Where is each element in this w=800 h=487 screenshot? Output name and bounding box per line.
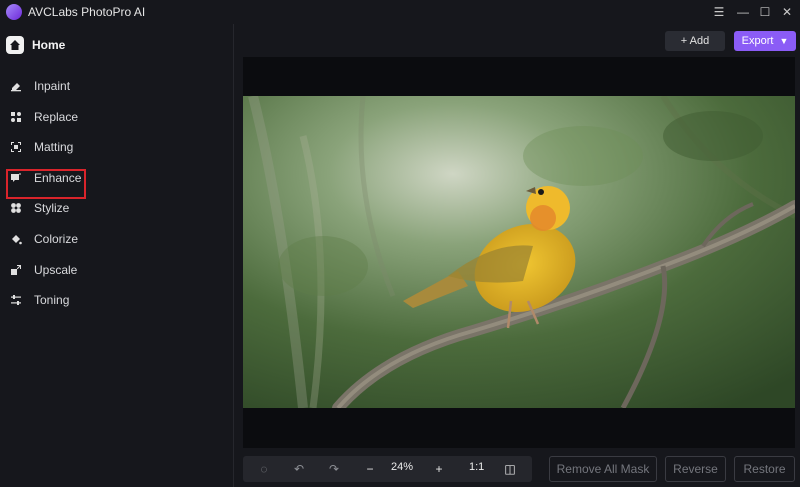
sliders-icon bbox=[10, 294, 22, 306]
export-button[interactable]: Export ▼ bbox=[734, 31, 796, 51]
sidebar-item-inpaint[interactable]: Inpaint bbox=[6, 74, 233, 98]
matting-icon bbox=[10, 141, 22, 153]
loading-icon[interactable]: ◌ bbox=[253, 460, 275, 478]
sidebar-item-label: Upscale bbox=[34, 263, 78, 277]
sidebar-home-label: Home bbox=[32, 38, 66, 52]
sidebar-home[interactable]: Home bbox=[6, 34, 65, 56]
sidebar-item-stylize[interactable]: Stylize bbox=[6, 196, 233, 220]
restore-button[interactable]: Restore bbox=[734, 456, 795, 482]
app-logo-icon bbox=[6, 4, 22, 20]
compare-icon[interactable]: ◫ bbox=[499, 460, 521, 478]
stylize-icon bbox=[10, 202, 22, 214]
restore-label: Restore bbox=[743, 462, 786, 476]
app-title: AVCLabs PhotoPro AI bbox=[28, 5, 146, 19]
sidebar-item-label: Colorize bbox=[34, 232, 79, 246]
reverse-label: Reverse bbox=[673, 462, 718, 476]
redo-icon[interactable]: ↷ bbox=[323, 460, 345, 478]
remove-all-mask-label: Remove All Mask bbox=[556, 462, 650, 476]
top-action-bar: + Add Export ▼ bbox=[240, 24, 800, 56]
sidebar: Home Inpaint Replace Matting Enhance Sty… bbox=[0, 24, 234, 487]
eraser-icon bbox=[10, 80, 22, 92]
export-button-label: Export bbox=[741, 35, 774, 47]
sidebar-item-label: Inpaint bbox=[34, 79, 71, 93]
upscale-icon bbox=[10, 264, 22, 276]
sidebar-item-toning[interactable]: Toning bbox=[6, 288, 233, 312]
sidebar-item-upscale[interactable]: Upscale bbox=[6, 258, 233, 282]
sidebar-item-matting[interactable]: Matting bbox=[6, 135, 233, 159]
sidebar-item-colorize[interactable]: Colorize bbox=[6, 227, 233, 251]
undo-icon[interactable]: ↶ bbox=[288, 460, 310, 478]
title-bar: AVCLabs PhotoPro AI ☰ — ☐ ✕ bbox=[0, 0, 800, 24]
maximize-icon[interactable]: ☐ bbox=[756, 3, 774, 21]
sidebar-item-label: Matting bbox=[34, 140, 74, 154]
zoom-level: 24% bbox=[391, 461, 414, 473]
menu-icon[interactable]: ☰ bbox=[710, 3, 728, 21]
bird-photo bbox=[243, 96, 795, 408]
add-button-label: + Add bbox=[680, 35, 710, 47]
replace-icon bbox=[10, 111, 22, 123]
sidebar-item-label: Toning bbox=[34, 293, 70, 307]
zoom-in-icon[interactable]: + bbox=[428, 460, 450, 478]
remove-all-mask-button[interactable]: Remove All Mask bbox=[549, 456, 657, 482]
sidebar-item-replace[interactable]: Replace bbox=[6, 105, 233, 129]
close-icon[interactable]: ✕ bbox=[778, 3, 796, 21]
sidebar-item-label: Stylize bbox=[34, 201, 70, 215]
paint-bucket-icon bbox=[10, 233, 22, 245]
zoom-out-icon[interactable]: − bbox=[359, 460, 381, 478]
image-canvas[interactable] bbox=[243, 57, 795, 448]
actual-size-button[interactable]: 1:1 bbox=[469, 461, 484, 473]
home-icon bbox=[6, 36, 24, 54]
chevron-down-icon: ▼ bbox=[779, 36, 789, 46]
add-button[interactable]: + Add bbox=[665, 31, 725, 51]
stylize-highlight-box bbox=[6, 169, 86, 199]
sidebar-item-label: Replace bbox=[34, 110, 79, 124]
canvas-toolbar: ◌ ↶ ↷ − 24% + 1:1 ◫ bbox=[243, 456, 532, 482]
reverse-button[interactable]: Reverse bbox=[665, 456, 726, 482]
minimize-icon[interactable]: — bbox=[734, 3, 752, 21]
